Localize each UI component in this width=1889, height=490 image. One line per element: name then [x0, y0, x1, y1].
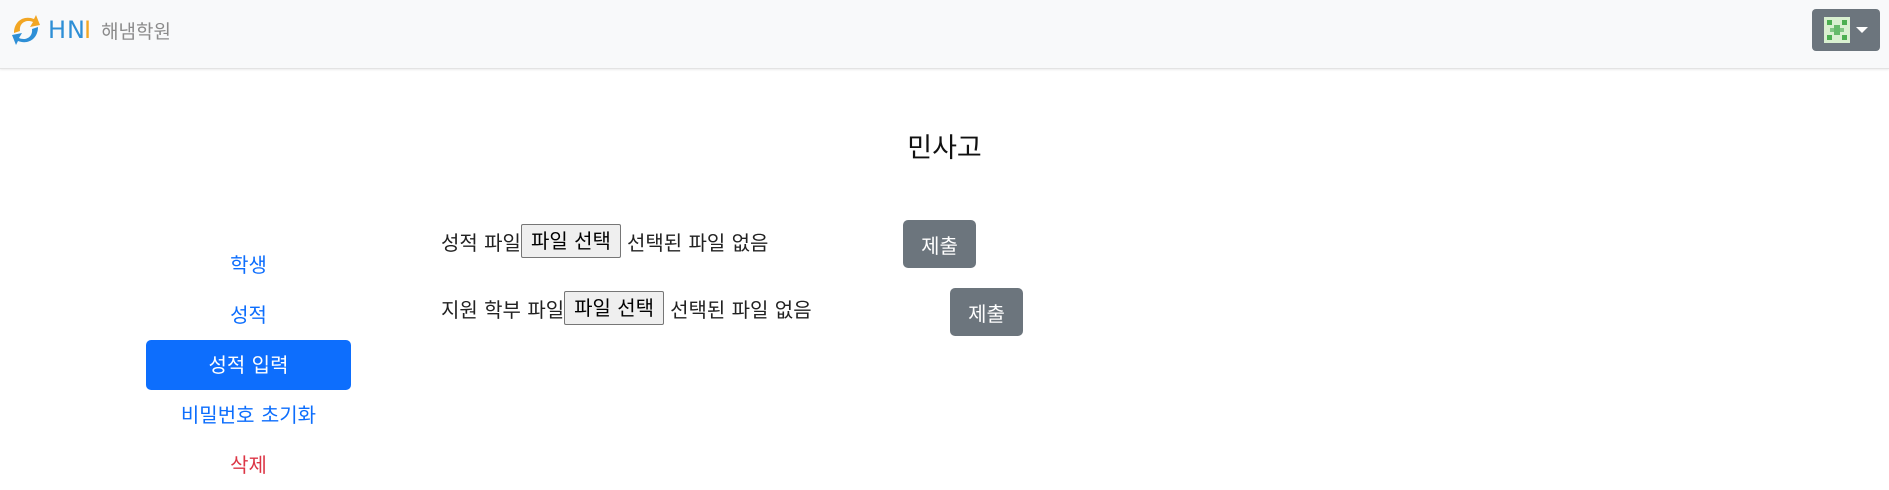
brand-logo-link[interactable]: HN I 해냄학원 [10, 10, 171, 50]
grade-file-status: 선택된 파일 없음 [626, 230, 769, 255]
grade-file-submit-button[interactable]: 제출 [903, 220, 976, 268]
brand-hni-text: HN [48, 16, 86, 44]
department-file-form: 지원 학부 파일 파일 선택 선택된 파일 없음 [441, 291, 812, 325]
sidebar-nav: 학생 성적 성적 입력 비밀번호 초기화 삭제 [146, 240, 351, 490]
department-file-choose-button[interactable]: 파일 선택 [564, 291, 665, 325]
grade-file-label: 성적 파일 [441, 230, 521, 255]
grade-file-form: 성적 파일 파일 선택 선택된 파일 없음 [441, 224, 768, 258]
sidebar-item-password-reset[interactable]: 비밀번호 초기화 [146, 390, 351, 440]
top-navbar: HN I 해냄학원 [0, 0, 1889, 69]
sidebar-item-students[interactable]: 학생 [146, 240, 351, 290]
chevron-down-icon [1856, 27, 1868, 33]
grade-file-choose-button[interactable]: 파일 선택 [520, 224, 621, 258]
department-file-submit-button[interactable]: 제출 [950, 288, 1023, 336]
sidebar-item-grade-input[interactable]: 성적 입력 [146, 340, 351, 390]
logo-icon [12, 15, 40, 45]
sidebar-item-delete[interactable]: 삭제 [146, 440, 351, 490]
sidebar-item-grades[interactable]: 성적 [146, 290, 351, 340]
department-file-label: 지원 학부 파일 [441, 297, 565, 322]
brand-name: 해냄학원 [101, 20, 171, 43]
page-title: 민사고 [907, 133, 982, 164]
user-menu-button[interactable] [1812, 9, 1880, 51]
brand-bar-text: I [84, 16, 92, 44]
avatar-icon [1824, 17, 1850, 43]
department-file-status: 선택된 파일 없음 [670, 297, 812, 322]
